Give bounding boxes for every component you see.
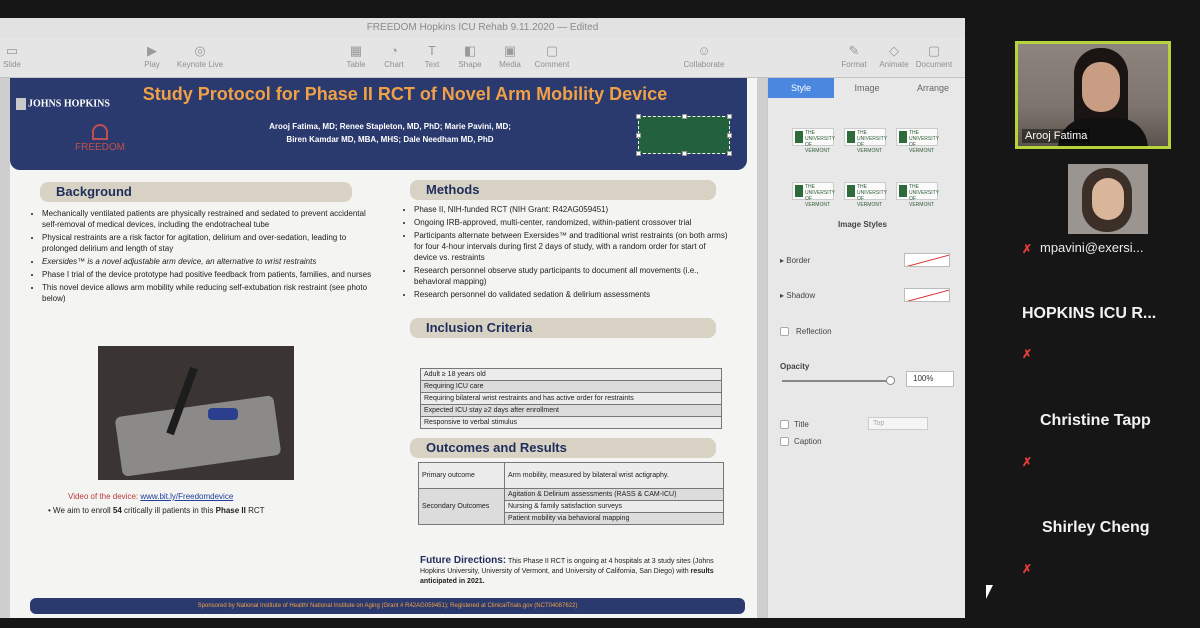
list-item: Exersides™ is a novel adjustable arm dev… (42, 256, 372, 267)
document-icon: ▢ (927, 43, 941, 58)
keynote-window: FREEDOM Hopkins ICU Rehab 9.11.2020 — Ed… (0, 18, 965, 618)
tab-image[interactable]: Image (834, 78, 900, 98)
caption-label: Caption (794, 437, 822, 446)
table-row: Secondary Outcomes Agitation & Delirium a… (418, 488, 724, 525)
poster-authors: Arooj Fatima, MD; Renee Stapleton, MD, P… (269, 122, 511, 144)
future-directions: Future Directions: This Phase II RCT is … (420, 555, 714, 586)
table-row: Requiring bilateral wrist restraints and… (420, 392, 722, 405)
background-bullets: Mechanically ventilated patients are phy… (32, 208, 372, 306)
poster-header: JOHNS HOPKINS FREEDOM Study Protocol for… (10, 78, 747, 170)
list-item: Ongoing IRB-approved, multi-center, rand… (414, 217, 730, 228)
border-swatch[interactable] (904, 253, 950, 267)
table-row: Primary outcome Arm mobility, measured by… (418, 462, 724, 489)
comment-icon: ▢ (545, 43, 559, 58)
freedom-logo: FREEDOM (70, 124, 130, 153)
inspector-tabs: Style Image Arrange (768, 78, 966, 98)
list-item: This novel device allows arm mobility wh… (42, 282, 372, 304)
muted-mic-icon: ✗ (1022, 347, 1033, 361)
opacity-knob[interactable] (885, 376, 895, 385)
window-title: FREEDOM Hopkins ICU Rehab 9.11.2020 — Ed… (0, 18, 965, 38)
table-row: Adult ≥ 18 years old (420, 368, 722, 381)
tab-arrange[interactable]: Arrange (900, 78, 966, 98)
participant-name: Arooj Fatima (1022, 129, 1091, 143)
list-item: Participants alternate between Exersides… (414, 230, 730, 263)
list-item: Phase II, NIH-funded RCT (NIH Grant: R42… (414, 204, 730, 215)
johns-hopkins-logo: JOHNS HOPKINS (16, 98, 110, 110)
outcomes-table: Primary outcome Arm mobility, measured by… (418, 462, 724, 525)
toolbar-slide-button[interactable]: ▭ Slide (0, 42, 38, 69)
image-styles-label: Image Styles (838, 220, 887, 229)
selected-uvm-logo-image[interactable] (636, 114, 732, 156)
table-row: Requiring ICU care (420, 380, 722, 393)
inclusion-heading: Inclusion Criteria (410, 318, 716, 338)
title-position-select[interactable]: Top (868, 417, 928, 430)
image-style-thumb[interactable]: THE UNIVERSITY OF VERMONT (844, 128, 887, 154)
toolbar-play-button[interactable]: ▶ Play (126, 42, 178, 69)
poster-title: Study Protocol for Phase II RCT of Novel… (142, 84, 668, 104)
shadow-swatch[interactable] (904, 288, 950, 302)
poster-slide[interactable]: JOHNS HOPKINS FREEDOM Study Protocol for… (10, 78, 757, 618)
muted-mic-icon: ✗ (1022, 455, 1033, 469)
inclusion-table: Adult ≥ 18 years old Requiring ICU care … (420, 368, 722, 429)
participant-name: Christine Tapp (1040, 412, 1151, 429)
image-style-thumb[interactable]: THE UNIVERSITY OF VERMONT (792, 128, 835, 154)
video-link[interactable]: www.bit.ly/Freedomdevice (140, 492, 233, 501)
device-photo (98, 346, 294, 480)
title-label: Title (794, 420, 809, 429)
tab-style[interactable]: Style (768, 78, 834, 98)
list-item: Research personnel observe study partici… (414, 265, 730, 287)
image-style-thumb[interactable]: THE UNIVERSITY OF VERMONT (844, 182, 887, 208)
participant-name: HOPKINS ICU R... (1022, 305, 1157, 322)
title-checkbox[interactable] (780, 420, 789, 429)
muted-mic-icon: ✗ (1022, 242, 1033, 256)
list-item: Physical restraints are a risk factor fo… (42, 232, 372, 254)
reflection-label: Reflection (796, 327, 832, 336)
video-link-line: Video of the device: www.bit.ly/Freedomd… (68, 492, 234, 501)
mouse-cursor-icon (986, 585, 993, 599)
poster-footer: Sponsored by National Institute of Healt… (30, 598, 745, 614)
methods-heading: Methods (410, 180, 716, 200)
play-icon: ▶ (147, 43, 157, 58)
keynote-toolbar: ▭ Slide ▶ Play ◎ Keynote Live ▦ Table ◔ Chart… (0, 38, 965, 78)
opacity-slider[interactable] (782, 376, 895, 385)
shadow-disclosure[interactable]: ▸ Shadow (780, 291, 815, 300)
border-disclosure[interactable]: ▸ Border (780, 256, 810, 265)
muted-mic-icon: ✗ (1022, 562, 1033, 576)
methods-bullets: Phase II, NIH-funded RCT (NIH Grant: R42… (404, 204, 730, 302)
participant-name: mpavini@exersi... (1040, 240, 1144, 255)
opacity-field[interactable]: 100% (906, 371, 954, 387)
slide-icon: ▭ (5, 43, 19, 58)
active-speaker-video[interactable]: Arooj Fatima (1015, 41, 1171, 149)
list-item: Phase I trial of the device prototype ha… (42, 269, 372, 280)
format-inspector: Style Image Arrange THE UNIVERSITY OF VE… (767, 78, 965, 618)
table-row: Expected ICU stay ≥2 days after enrollme… (420, 404, 722, 417)
table-row: Responsive to verbal stimulus (420, 416, 722, 429)
opacity-label: Opacity (780, 362, 810, 371)
list-item: Mechanically ventilated patients are phy… (42, 208, 372, 230)
toolbar-keynote-live-button[interactable]: ◎ Keynote Live (174, 42, 226, 69)
outcomes-heading: Outcomes and Results (410, 438, 716, 458)
keynote-live-icon: ◎ (194, 43, 206, 58)
list-item: Research personnel do validated sedation… (414, 289, 730, 300)
caption-checkbox[interactable] (780, 437, 789, 446)
image-style-thumb[interactable]: THE UNIVERSITY OF VERMONT (896, 182, 939, 208)
toolbar-document-button[interactable]: ▢ Document (908, 42, 960, 69)
enroll-line: • We aim to enroll 54 critically ill pat… (48, 506, 265, 515)
screen: FREEDOM Hopkins ICU Rehab 9.11.2020 — Ed… (0, 0, 1200, 628)
background-heading: Background (40, 182, 352, 202)
participant-name: Shirley Cheng (1042, 519, 1150, 536)
image-style-thumb[interactable]: THE UNIVERSITY OF VERMONT (792, 182, 835, 208)
toolbar-collaborate-button[interactable]: ☺ Collaborate (678, 42, 730, 69)
image-style-thumb[interactable]: THE UNIVERSITY OF VERMONT (896, 128, 939, 154)
toolbar-comment-button[interactable]: ▢ Comment (526, 42, 578, 69)
collaborate-icon: ☺ (697, 43, 711, 58)
slide-canvas[interactable]: JOHNS HOPKINS FREEDOM Study Protocol for… (0, 78, 767, 618)
participant-video[interactable] (1068, 164, 1148, 234)
reflection-checkbox[interactable] (780, 327, 789, 336)
